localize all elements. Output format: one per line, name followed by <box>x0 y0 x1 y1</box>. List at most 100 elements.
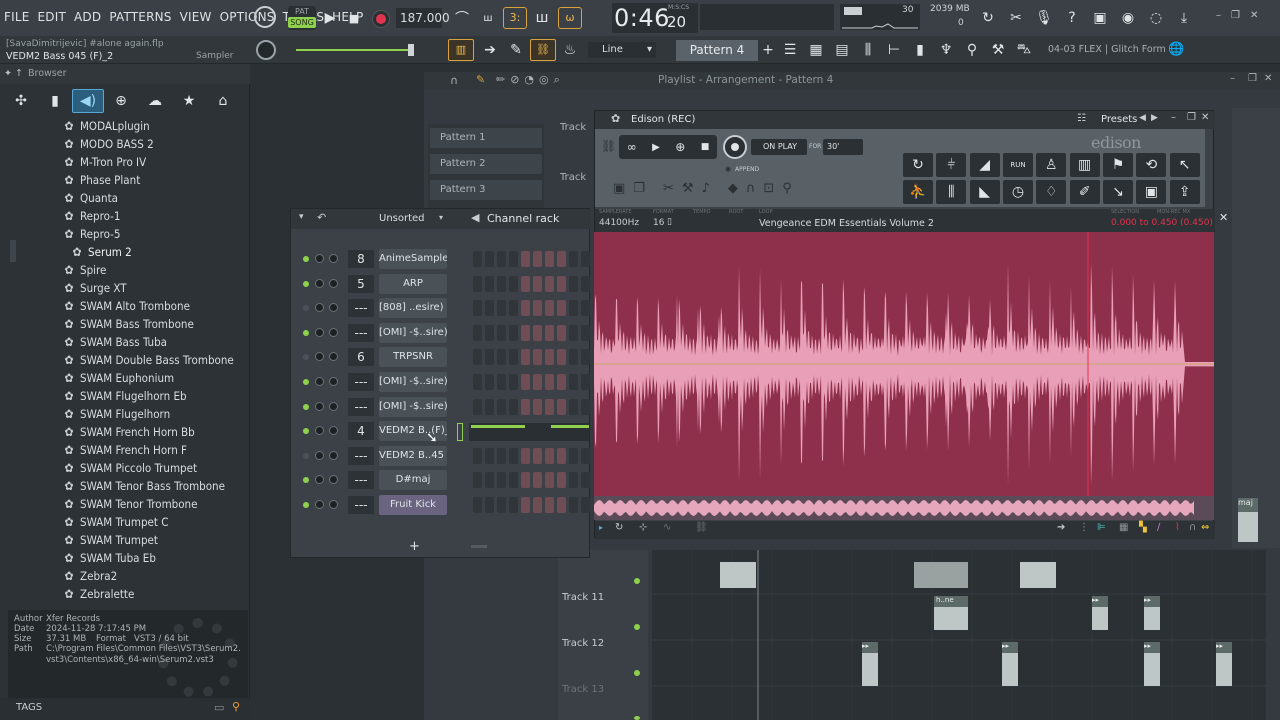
crosshair-icon[interactable]: ⊕ <box>675 140 685 154</box>
step-button[interactable] <box>581 275 590 292</box>
step-button[interactable] <box>569 374 578 390</box>
fade-out-button[interactable]: ◣ <box>969 180 1000 204</box>
step-button[interactable] <box>521 447 530 464</box>
channel-mute-led[interactable] <box>303 329 309 336</box>
step-button[interactable] <box>485 275 494 292</box>
next-preset-icon[interactable]: ▶ <box>1151 113 1158 123</box>
channel-row[interactable]: 4VEDM2 B..(F)_2 <box>291 419 591 443</box>
play-small-icon[interactable]: ▸ <box>599 523 603 532</box>
audio-clip[interactable] <box>914 562 968 588</box>
refresh-icon[interactable]: ↻ <box>615 522 623 533</box>
channel-mute-led[interactable] <box>303 477 309 484</box>
audio-clip[interactable]: ▸▸ <box>1002 642 1018 686</box>
step-button[interactable] <box>485 374 494 390</box>
pat-song-toggle[interactable]: PAT SONG <box>288 6 316 30</box>
channel-volume-knob[interactable] <box>315 254 324 263</box>
mixer-track-number[interactable]: --- <box>348 496 374 514</box>
channel-pan-knob[interactable] <box>329 475 338 485</box>
step-button[interactable] <box>509 275 518 292</box>
channel-volume-knob[interactable] <box>315 327 324 337</box>
list-item[interactable]: ✿ SWAM Trumpet C <box>62 513 248 531</box>
channel-mute-led[interactable] <box>303 502 309 508</box>
marker-icon[interactable]: ♪ <box>702 181 710 196</box>
step-button[interactable] <box>533 251 542 267</box>
menu-add[interactable]: ADD <box>74 10 101 24</box>
wave-icon[interactable]: ∿ <box>663 522 671 533</box>
step-button[interactable] <box>509 300 518 317</box>
step-button[interactable] <box>545 251 554 267</box>
link-small-icon[interactable]: ⛓ <box>695 522 708 533</box>
channel-row[interactable]: --- VEDM2 B..45 (F) <box>291 444 591 468</box>
list-icon[interactable]: ☷ <box>1077 113 1086 124</box>
chat-button[interactable]: ◌ <box>1144 6 1168 30</box>
step-button[interactable] <box>533 398 542 415</box>
audio-clip[interactable]: ▸▸ <box>862 642 878 686</box>
channel-volume-knob[interactable] <box>315 475 324 485</box>
spectrum-button[interactable]: ▥ <box>1069 153 1100 177</box>
list-item[interactable]: ✿ Zebra2 <box>62 567 248 585</box>
step-button[interactable] <box>545 472 554 489</box>
step-button[interactable] <box>533 275 542 292</box>
channel-name-button[interactable]: TRPSNR <box>379 347 447 368</box>
step-button[interactable] <box>557 349 566 366</box>
playlist-button[interactable]: ☰ <box>778 38 802 62</box>
tuning-button[interactable]: ♙ <box>1036 153 1067 177</box>
step-button[interactable] <box>509 374 518 390</box>
eq-button[interactable]: ⫼ <box>936 180 967 204</box>
close-icon[interactable]: ✕ <box>1264 73 1272 84</box>
audio-clip[interactable]: ▸▸ <box>1144 642 1160 686</box>
undo-history-button[interactable]: ↻ <box>976 6 1000 30</box>
tab-all[interactable]: ✣ <box>4 89 38 113</box>
mixer-button[interactable]: ⫼ <box>856 38 880 62</box>
envelope-icon[interactable]: ∕ <box>1157 522 1160 533</box>
channel-row[interactable]: 5 ARP <box>291 272 591 296</box>
prev-preset-icon[interactable]: ◀ <box>1139 113 1146 123</box>
mixer-track-number[interactable]: --- <box>348 446 374 465</box>
step-button[interactable] <box>533 374 542 390</box>
step-button[interactable] <box>557 497 566 513</box>
channel-name-button[interactable]: [OMI] -$..sire) + <box>379 396 447 417</box>
grid-small-icon[interactable]: ▦ <box>1119 522 1128 533</box>
mixer-track-number[interactable]: 5 <box>348 274 374 293</box>
save-sample-button[interactable]: ▣ <box>1136 180 1167 204</box>
channel-mute-led[interactable] <box>303 354 309 361</box>
stamp-button[interactable]: ♨ <box>558 38 582 62</box>
user-button[interactable]: ◉ <box>1116 6 1140 30</box>
channel-mute-led[interactable] <box>303 280 309 287</box>
blur-button[interactable]: ♢ <box>1036 180 1067 204</box>
step-button[interactable] <box>521 472 530 489</box>
for-select[interactable]: 30' <box>823 139 863 155</box>
stretch-button[interactable]: ⛹ <box>903 180 933 204</box>
track-mute-led[interactable] <box>634 716 640 720</box>
countdown-button[interactable]: 3: <box>503 7 527 29</box>
list-item[interactable]: ✿ SWAM Flugelhorn <box>62 405 248 423</box>
fade-in-button[interactable]: ◢ <box>969 153 1000 177</box>
tempo-display[interactable]: 187.000 <box>396 8 450 28</box>
tab-web[interactable]: ⊕ <box>104 89 138 113</box>
loop-button-2[interactable]: ⟲ <box>1136 153 1167 177</box>
insert-button[interactable]: ↘ <box>1103 180 1133 204</box>
flag-small-icon[interactable]: ▚ <box>1139 522 1147 533</box>
channel-name-button[interactable]: Fruit Kick <box>379 495 447 515</box>
audio-clip[interactable]: ▸▸ <box>1144 596 1160 630</box>
step-button[interactable] <box>497 497 506 513</box>
list-item[interactable]: ✿ M-Tron Pro IV <box>62 153 248 171</box>
step-button[interactable] <box>485 497 494 513</box>
step-button[interactable] <box>521 349 530 366</box>
append-toggle[interactable]: ◉ <box>725 165 731 173</box>
shop-button[interactable]: ⛍ <box>1012 38 1036 62</box>
step-button[interactable] <box>545 447 554 464</box>
channel-volume-knob[interactable] <box>315 500 324 509</box>
step-button[interactable] <box>473 300 482 317</box>
step-button[interactable] <box>569 497 578 513</box>
list-item[interactable]: ✿ Phase Plant <box>62 171 248 189</box>
step-button[interactable] <box>545 497 554 513</box>
step-button[interactable] <box>557 251 566 267</box>
channel-mute-led[interactable] <box>303 305 309 312</box>
channel-pan-knob[interactable] <box>329 401 338 411</box>
step-button[interactable] <box>533 447 542 464</box>
loop-button[interactable]: ∞ <box>627 140 637 154</box>
list-item[interactable]: ✿ SWAM Piccolo Trumpet <box>62 459 248 477</box>
mixer-track-number[interactable]: --- <box>348 299 374 318</box>
step-button[interactable] <box>485 447 494 464</box>
